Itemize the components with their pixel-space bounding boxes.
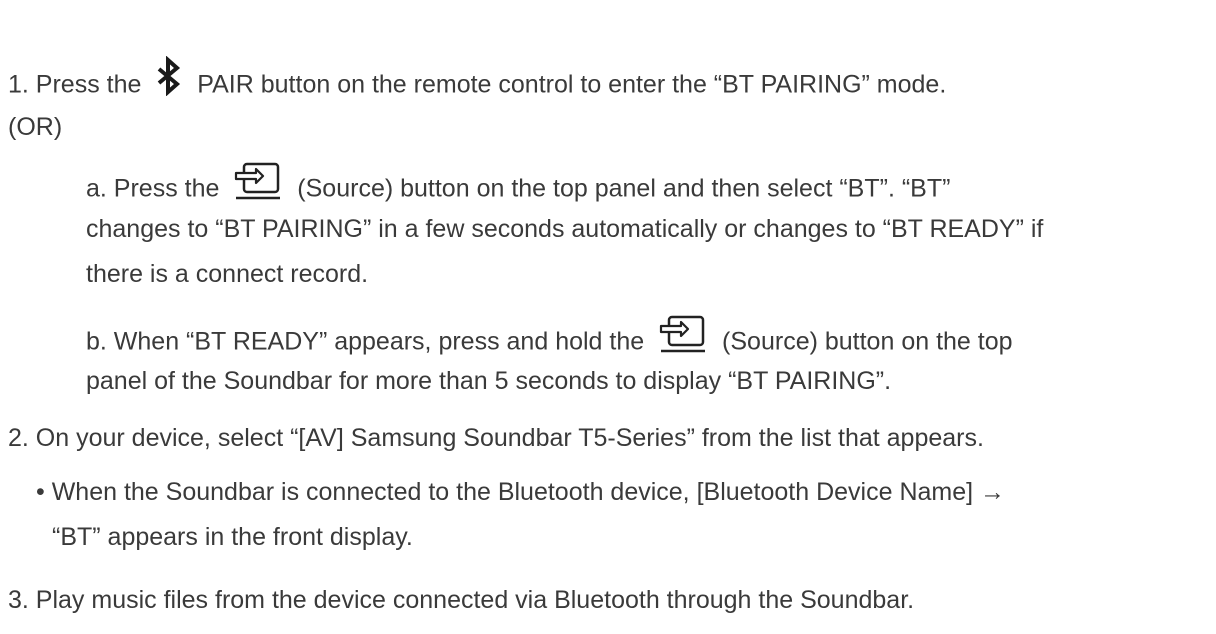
sub-step-b-line-1: b. When “BT READY” appears, press and ho…	[86, 315, 1013, 365]
step-1: 1. Press the PAIR button on the remote c…	[8, 55, 947, 106]
sub-step-b-line-2: panel of the Soundbar for more than 5 se…	[86, 367, 892, 395]
bluetooth-icon	[154, 55, 184, 97]
source-icon	[232, 160, 284, 204]
sub-step-a-line-2: changes to “BT PAIRING” in a few seconds…	[86, 215, 1044, 243]
bullet-line-2: “BT” appears in the front display.	[52, 523, 413, 551]
step-3: 3. Play music files from the device conn…	[8, 586, 915, 614]
sub-step-a-line-1: a. Press the (Source) button on the top …	[86, 162, 951, 212]
bullet-line-1: • When the Soundbar is connected to the …	[36, 478, 1006, 506]
source-icon	[657, 313, 709, 357]
step-1-text-before: 1. Press the	[8, 70, 149, 99]
step-1-text-after: PAIR button on the remote control to ent…	[190, 70, 947, 99]
or-label: (OR)	[8, 113, 63, 141]
sub-step-b-text-before: b. When “BT READY” appears, press and ho…	[86, 327, 652, 356]
sub-step-a-line-3: there is a connect record.	[86, 260, 369, 288]
step-2: 2. On your device, select “[AV] Samsung …	[8, 424, 984, 452]
sub-step-a-text-before: a. Press the	[86, 174, 227, 203]
sub-step-a-text-after: (Source) button on the top panel and the…	[290, 174, 951, 203]
sub-step-b-text-after: (Source) button on the top	[715, 327, 1013, 356]
